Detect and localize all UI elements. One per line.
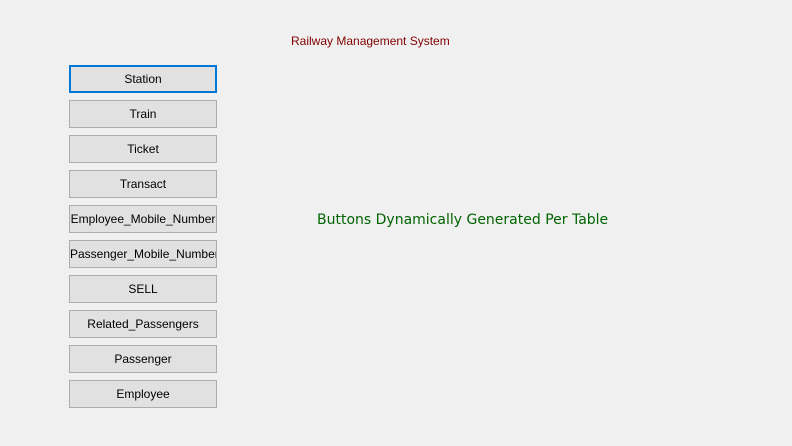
passenger-button[interactable]: Passenger	[69, 345, 217, 373]
form-title: Railway Management System	[291, 34, 450, 48]
ticket-button[interactable]: Ticket	[69, 135, 217, 163]
related-passengers-button[interactable]: Related_Passengers	[69, 310, 217, 338]
sell-button[interactable]: SELL	[69, 275, 217, 303]
passenger-mobile-number-button[interactable]: Passenger_Mobile_Number	[69, 240, 217, 268]
employee-mobile-number-button[interactable]: Employee_Mobile_Number	[69, 205, 217, 233]
table-button-list: Station Train Ticket Transact Employee_M…	[69, 65, 217, 415]
info-label: Buttons Dynamically Generated Per Table	[317, 212, 609, 228]
train-button[interactable]: Train	[69, 100, 217, 128]
station-button[interactable]: Station	[69, 65, 217, 93]
employee-button[interactable]: Employee	[69, 380, 217, 408]
transact-button[interactable]: Transact	[69, 170, 217, 198]
